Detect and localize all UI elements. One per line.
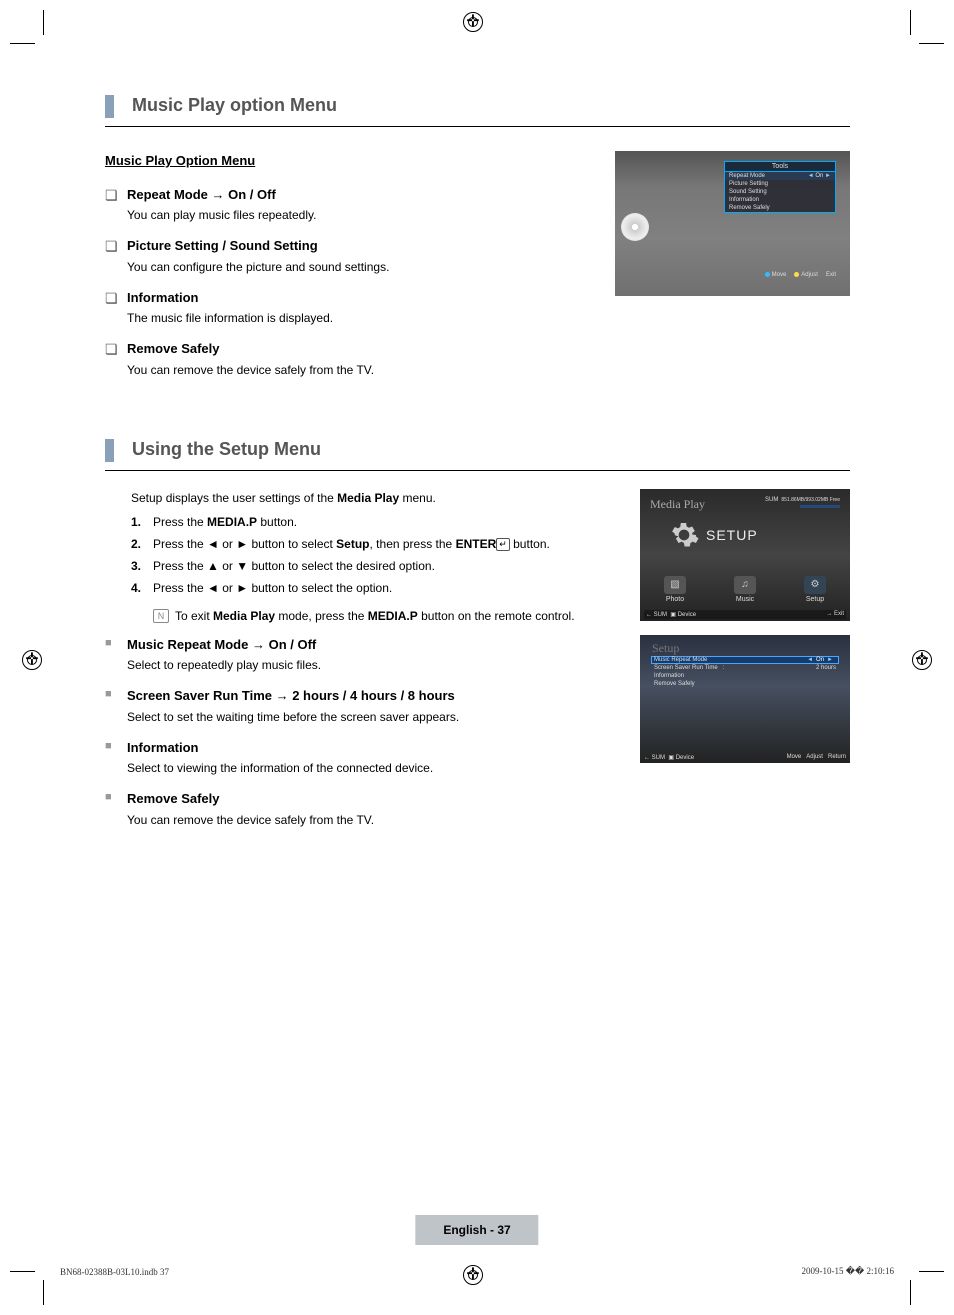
- setup-row: Screen Saver Run Time : 2 hours: [654, 664, 836, 672]
- option-title: Repeat Mode → On / Off: [127, 187, 276, 202]
- sub-item-title: Music Repeat Mode → On / Off: [127, 637, 316, 652]
- setup-footer: ← SUM ▣ Device Move Adjust Return: [644, 754, 846, 761]
- sub-item-desc: Select to set the waiting time before th…: [127, 706, 459, 726]
- square-bullet-icon: ■: [105, 635, 127, 675]
- setup-intro: Setup displays the user settings of the …: [131, 489, 622, 507]
- media-play-title: Media Play: [650, 497, 705, 512]
- setup-icon: ⚙: [804, 576, 826, 594]
- subsection-title: Music Play Option Menu: [105, 151, 255, 171]
- tools-row-repeat-mode: Repeat Mode ◄ On ►: [725, 172, 835, 180]
- sub-item-desc: Select to viewing the information of the…: [127, 757, 433, 777]
- checkbox-bullet-icon: ❏: [105, 185, 127, 225]
- option-item: ❏ Information The music file information…: [105, 288, 597, 328]
- step-3: 3.Press the ▲ or ▼ button to select the …: [131, 557, 622, 575]
- nav-item-setup: ⚙Setup: [804, 576, 826, 603]
- setup-heading: Setup: [652, 641, 679, 656]
- crop-mark: [43, 1280, 44, 1305]
- photo-icon: ▧: [664, 576, 686, 594]
- crop-mark: [910, 10, 911, 35]
- square-bullet-icon: ■: [105, 686, 127, 726]
- setup-row: Information: [654, 672, 836, 680]
- setup-list-screenshot: Setup Music Repeat Mode ◄On► Screen Save…: [640, 635, 850, 763]
- tools-menu-screenshot: Tools Repeat Mode ◄ On ► Picture Setting…: [615, 151, 850, 296]
- checkbox-bullet-icon: ❏: [105, 288, 127, 328]
- section-title: Music Play option Menu: [132, 95, 850, 118]
- sub-item: ■ Information Select to viewing the info…: [105, 738, 622, 778]
- tools-footer: Move Adjust Exit: [765, 272, 836, 278]
- note-icon: N: [153, 609, 169, 623]
- section-header-using-setup-menu: Using the Setup Menu: [105, 439, 850, 462]
- setup-list: Music Repeat Mode ◄On► Screen Saver Run …: [654, 657, 836, 688]
- crop-mark: [43, 10, 44, 35]
- option-list: ❏ Repeat Mode → On / Off You can play mu…: [105, 185, 597, 379]
- setup-gear-icon: SETUP: [668, 519, 758, 551]
- crop-mark: [919, 43, 944, 44]
- registration-mark: [463, 12, 483, 32]
- sub-item-title: Remove Safely: [127, 791, 220, 806]
- sub-item-desc: You can remove the device safely from th…: [127, 809, 374, 829]
- tools-row: Picture Setting: [725, 180, 835, 188]
- option-desc: The music file information is displayed.: [127, 307, 333, 327]
- registration-mark: [463, 1265, 483, 1285]
- section-header-music-play-option: Music Play option Menu: [105, 95, 850, 118]
- setup-row: Remove Safely: [654, 680, 836, 688]
- setup-note: N To exit Media Play mode, press the MED…: [153, 607, 622, 625]
- option-desc: You can configure the picture and sound …: [127, 256, 389, 276]
- enter-icon: ↵: [496, 538, 510, 551]
- registration-mark: [22, 650, 42, 670]
- cd-icon: [621, 213, 649, 241]
- step-4: 4.Press the ◄ or ► button to select the …: [131, 579, 622, 597]
- checkbox-bullet-icon: ❏: [105, 339, 127, 379]
- indd-timestamp: 2009-10-15 �� 2:10:16: [802, 1266, 894, 1277]
- option-desc: You can remove the device safely from th…: [127, 359, 374, 379]
- option-item: ❏ Remove Safely You can remove the devic…: [105, 339, 597, 379]
- media-play-setup-screenshot: Media Play SUM 851.86MB/993.02MB Free SE…: [640, 489, 850, 621]
- option-desc: You can play music files repeatedly.: [127, 204, 316, 224]
- tools-row: Sound Setting: [725, 188, 835, 196]
- sub-item: ■ Screen Saver Run Time → 2 hours / 4 ho…: [105, 686, 622, 726]
- tools-panel-title: Tools: [725, 162, 835, 172]
- sub-item: ■ Remove Safely You can remove the devic…: [105, 789, 622, 829]
- option-item: ❏ Picture Setting / Sound Setting You ca…: [105, 236, 597, 276]
- option-title: Information: [127, 290, 199, 305]
- media-play-footer: ← SUM ▣ Device → Exit: [644, 610, 846, 619]
- sub-item-title: Screen Saver Run Time → 2 hours / 4 hour…: [127, 688, 455, 703]
- music-icon: ♫: [734, 576, 756, 594]
- option-title: Picture Setting / Sound Setting: [127, 238, 318, 253]
- page-number: English - 37: [415, 1215, 538, 1245]
- section-title: Using the Setup Menu: [132, 439, 850, 462]
- square-bullet-icon: ■: [105, 738, 127, 778]
- crop-mark: [10, 43, 35, 44]
- square-bullet-icon: ■: [105, 789, 127, 829]
- crop-mark: [919, 1271, 944, 1272]
- setup-sub-items: ■ Music Repeat Mode → On / Off Select to…: [105, 635, 622, 829]
- nav-item-photo: ▧Photo: [664, 576, 686, 603]
- setup-steps: 1.Press the MEDIA.P button. 2.Press the …: [131, 513, 622, 597]
- tools-panel: Tools Repeat Mode ◄ On ► Picture Setting…: [724, 161, 836, 213]
- sub-item-title: Information: [127, 740, 199, 755]
- setup-row-music-repeat: Music Repeat Mode ◄On►: [651, 656, 839, 664]
- option-item: ❏ Repeat Mode → On / Off You can play mu…: [105, 185, 597, 225]
- step-1: 1.Press the MEDIA.P button.: [131, 513, 622, 531]
- crop-mark: [10, 1271, 35, 1272]
- checkbox-bullet-icon: ❏: [105, 236, 127, 276]
- tools-row: Information: [725, 196, 835, 204]
- tools-row: Remove Safely: [725, 204, 835, 212]
- registration-mark: [912, 650, 932, 670]
- sub-item-desc: Select to repeatedly play music files.: [127, 654, 321, 674]
- crop-mark: [910, 1280, 911, 1305]
- option-title: Remove Safely: [127, 341, 220, 356]
- indd-filename: BN68-02388B-03L10.indb 37: [60, 1267, 169, 1277]
- sub-item: ■ Music Repeat Mode → On / Off Select to…: [105, 635, 622, 675]
- nav-item-music: ♫Music: [734, 576, 756, 603]
- step-2: 2.Press the ◄ or ► button to select Setu…: [131, 535, 622, 553]
- storage-indicator: SUM 851.86MB/993.02MB Free: [765, 497, 840, 503]
- setup-label: SETUP: [706, 527, 758, 543]
